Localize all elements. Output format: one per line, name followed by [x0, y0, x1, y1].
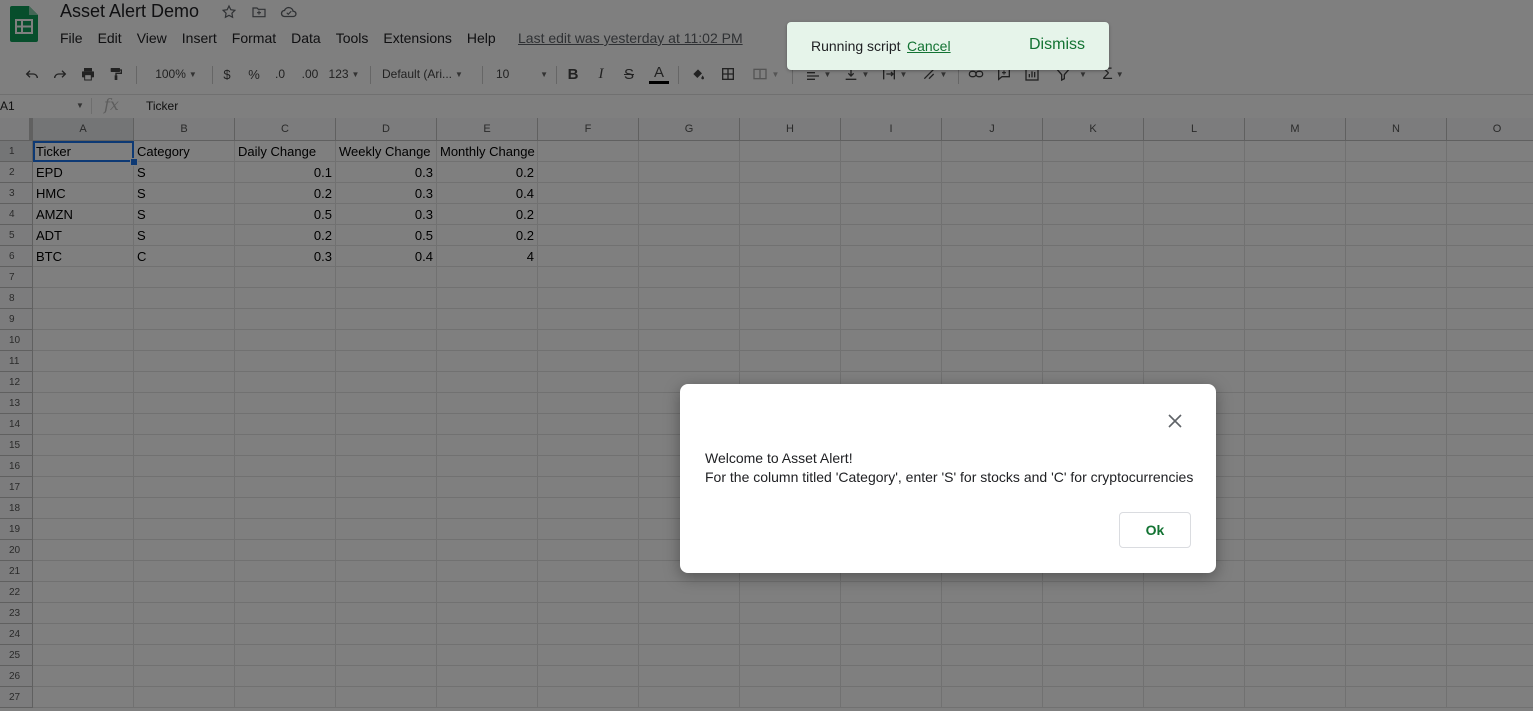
ok-button[interactable]: Ok [1119, 512, 1191, 548]
modal-overlay [0, 0, 1533, 711]
dialog-instruction-text: For the column titled 'Category', enter … [705, 469, 1194, 485]
toast-message: Running script [811, 38, 901, 54]
script-toast: Running script Cancel Dismiss [787, 22, 1109, 70]
welcome-dialog: Welcome to Asset Alert! For the column t… [680, 384, 1216, 573]
dialog-welcome-text: Welcome to Asset Alert! [705, 450, 853, 466]
toast-cancel-link[interactable]: Cancel [907, 38, 951, 54]
sheets-app: Asset Alert Demo File Edit View Insert F… [0, 0, 1533, 711]
close-icon[interactable] [1166, 412, 1184, 430]
toast-dismiss-button[interactable]: Dismiss [1029, 36, 1085, 54]
